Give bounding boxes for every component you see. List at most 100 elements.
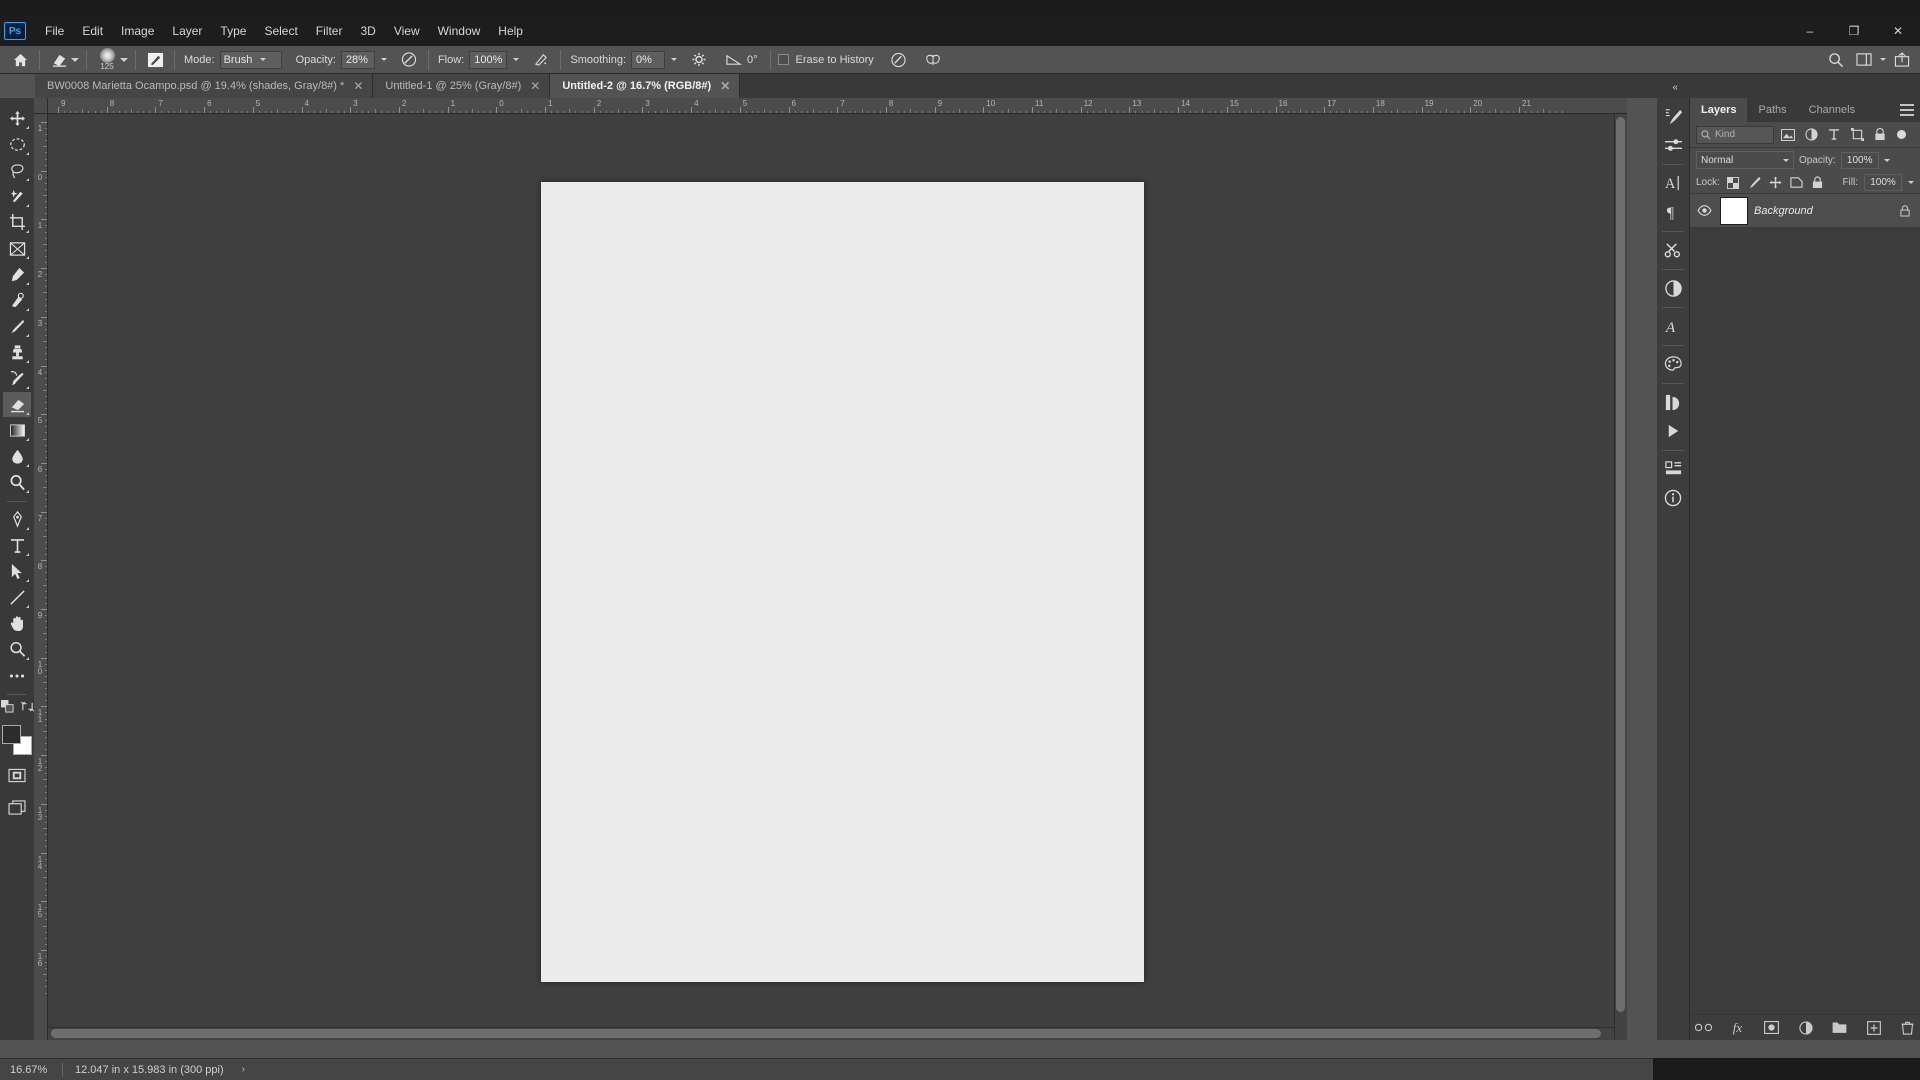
- table-row[interactable]: Background: [1690, 194, 1920, 228]
- menu-filter[interactable]: Filter: [307, 20, 352, 42]
- horizontal-type-tool[interactable]: [3, 533, 31, 558]
- zoom-tool[interactable]: [3, 637, 31, 662]
- pen-tool[interactable]: [3, 507, 31, 532]
- timeline-play-icon[interactable]: [1659, 417, 1687, 445]
- document-tab-2[interactable]: Untitled-1 @ 25% (Gray/8#) ✕: [373, 74, 551, 98]
- eyedropper-tool[interactable]: [3, 262, 31, 287]
- properties-panel-icon[interactable]: [1659, 455, 1687, 483]
- libraries-panel-icon[interactable]: [1659, 388, 1687, 416]
- crop-tool[interactable]: [3, 210, 31, 235]
- filter-adjustment-layers-icon[interactable]: [1802, 126, 1820, 144]
- hand-tool[interactable]: [3, 611, 31, 636]
- gradient-tool[interactable]: [3, 418, 31, 443]
- status-expand-arrow-icon[interactable]: ›: [242, 1064, 245, 1075]
- panel-menu-icon[interactable]: [1900, 104, 1914, 116]
- menu-3d[interactable]: 3D: [351, 20, 384, 42]
- move-tool[interactable]: [3, 106, 31, 131]
- tool-preset-dropdown-caret[interactable]: [71, 57, 79, 62]
- layer-fill-dropdown-caret[interactable]: [1908, 181, 1914, 184]
- edit-toolbar-more-tools[interactable]: [3, 663, 31, 688]
- flow-dropdown-caret[interactable]: [513, 58, 520, 61]
- spot-healing-brush-tool[interactable]: [3, 288, 31, 313]
- vertical-ruler[interactable]: 1012345678910111213141516: [34, 114, 48, 1040]
- horizontal-ruler[interactable]: 9 8 7 6 5 4 3 2 1 0 1 2 3 4 5 6 7 8 9 10 11 12 13 14 15 16 17 18 19 2…: [48, 98, 1627, 114]
- info-panel-icon[interactable]: [1659, 484, 1687, 512]
- document-tab-3-close-icon[interactable]: ✕: [720, 80, 730, 92]
- canvas-horizontal-scrollbar[interactable]: [48, 1027, 1614, 1040]
- clone-stamp-tool[interactable]: [3, 340, 31, 365]
- menu-select[interactable]: Select: [255, 20, 306, 42]
- screen-mode-icon[interactable]: [3, 795, 31, 820]
- menu-window[interactable]: Window: [429, 20, 490, 42]
- menu-layer[interactable]: Layer: [163, 20, 211, 42]
- smoothing-dropdown-caret[interactable]: [671, 58, 678, 61]
- erase-to-history-checkbox[interactable]: Erase to History: [777, 54, 879, 66]
- eraser-tool-preset-icon[interactable]: [47, 49, 71, 71]
- workspace-dropdown-caret[interactable]: [1880, 58, 1886, 61]
- ruler-corner[interactable]: [34, 98, 48, 114]
- layer-thumbnail[interactable]: [1720, 196, 1748, 225]
- menu-file[interactable]: File: [36, 20, 73, 42]
- quick-mask-mode-icon[interactable]: [3, 763, 31, 788]
- vertical-scroll-thumb[interactable]: [1616, 117, 1625, 1012]
- document-tab-1[interactable]: BW0008 Marietta Ocampo.psd @ 19.4% (shad…: [35, 74, 374, 98]
- layer-kind-filter-select[interactable]: Kind: [1696, 125, 1774, 144]
- tab-layers[interactable]: Layers: [1690, 98, 1748, 122]
- brush-angle-icon[interactable]: [721, 49, 745, 71]
- layer-fill-input[interactable]: 100%: [1864, 174, 1902, 191]
- lock-position-icon[interactable]: [1768, 175, 1783, 190]
- default-colors-icon[interactable]: [0, 700, 14, 718]
- filter-pixel-layers-icon[interactable]: [1779, 126, 1797, 144]
- tab-channels[interactable]: Channels: [1798, 98, 1866, 122]
- panel-collapse-icon[interactable]: «: [1672, 82, 1677, 93]
- brush-angle-value[interactable]: 0°: [747, 54, 758, 66]
- brush-preset-dropdown-caret[interactable]: [120, 57, 128, 62]
- zoom-level-field[interactable]: 16.67%: [0, 1064, 62, 1076]
- flow-input[interactable]: 100%: [469, 50, 508, 69]
- tool-presets-icon[interactable]: [1659, 236, 1687, 264]
- home-icon[interactable]: [8, 49, 32, 71]
- add-layer-style-button[interactable]: fx: [1729, 1019, 1746, 1036]
- add-layer-mask-button[interactable]: [1763, 1019, 1780, 1036]
- workspace-switcher-icon[interactable]: [1852, 49, 1876, 71]
- opacity-dropdown-caret[interactable]: [380, 58, 387, 61]
- paragraph-panel-icon[interactable]: ¶: [1659, 198, 1687, 226]
- brush-settings-panel-icon[interactable]: [143, 49, 167, 71]
- search-icon[interactable]: [1824, 49, 1848, 71]
- layer-blend-mode-select[interactable]: Normal: [1696, 151, 1794, 169]
- lasso-tool[interactable]: [3, 158, 31, 183]
- document-tab-2-close-icon[interactable]: ✕: [530, 80, 540, 92]
- new-fill-adjustment-layer-button[interactable]: [1797, 1019, 1814, 1036]
- character-panel-icon[interactable]: A: [1659, 169, 1687, 197]
- frame-tool[interactable]: [3, 236, 31, 261]
- symmetry-butterfly-icon[interactable]: [921, 49, 945, 71]
- tab-paths[interactable]: Paths: [1747, 98, 1797, 122]
- dodge-tool[interactable]: [3, 470, 31, 495]
- glyphs-panel-icon[interactable]: A: [1659, 312, 1687, 340]
- filter-toggle-switch[interactable]: [1897, 130, 1906, 139]
- foreground-color-swatch[interactable]: [2, 725, 21, 744]
- menu-view[interactable]: View: [385, 20, 429, 42]
- swatches-panel-icon[interactable]: [1659, 350, 1687, 378]
- color-swatches[interactable]: [2, 725, 32, 755]
- rectangular-marquee-tool[interactable]: [3, 132, 31, 157]
- lock-transparent-pixels-icon[interactable]: [1726, 175, 1741, 190]
- new-layer-button[interactable]: [1865, 1019, 1882, 1036]
- line-shape-tool[interactable]: [3, 585, 31, 610]
- smoothing-input[interactable]: 0%: [631, 50, 666, 69]
- smoothing-options-gear-icon[interactable]: [687, 49, 711, 71]
- link-layers-button[interactable]: [1695, 1019, 1712, 1036]
- delete-layer-button[interactable]: [1899, 1019, 1916, 1036]
- swap-colors-icon[interactable]: [20, 700, 34, 718]
- blend-mode-dropdown[interactable]: Brush: [219, 50, 282, 69]
- minimize-button[interactable]: –: [1788, 16, 1832, 46]
- lock-artboard-nesting-icon[interactable]: [1789, 175, 1804, 190]
- eraser-tool[interactable]: [3, 392, 31, 417]
- lock-image-pixels-icon[interactable]: [1747, 175, 1762, 190]
- filter-smart-object-icon[interactable]: [1871, 126, 1889, 144]
- new-group-button[interactable]: [1831, 1019, 1848, 1036]
- document-tab-1-close-icon[interactable]: ✕: [353, 80, 363, 92]
- menu-edit[interactable]: Edit: [73, 20, 112, 42]
- blur-tool[interactable]: [3, 444, 31, 469]
- brush-size-preview[interactable]: 125: [94, 48, 120, 72]
